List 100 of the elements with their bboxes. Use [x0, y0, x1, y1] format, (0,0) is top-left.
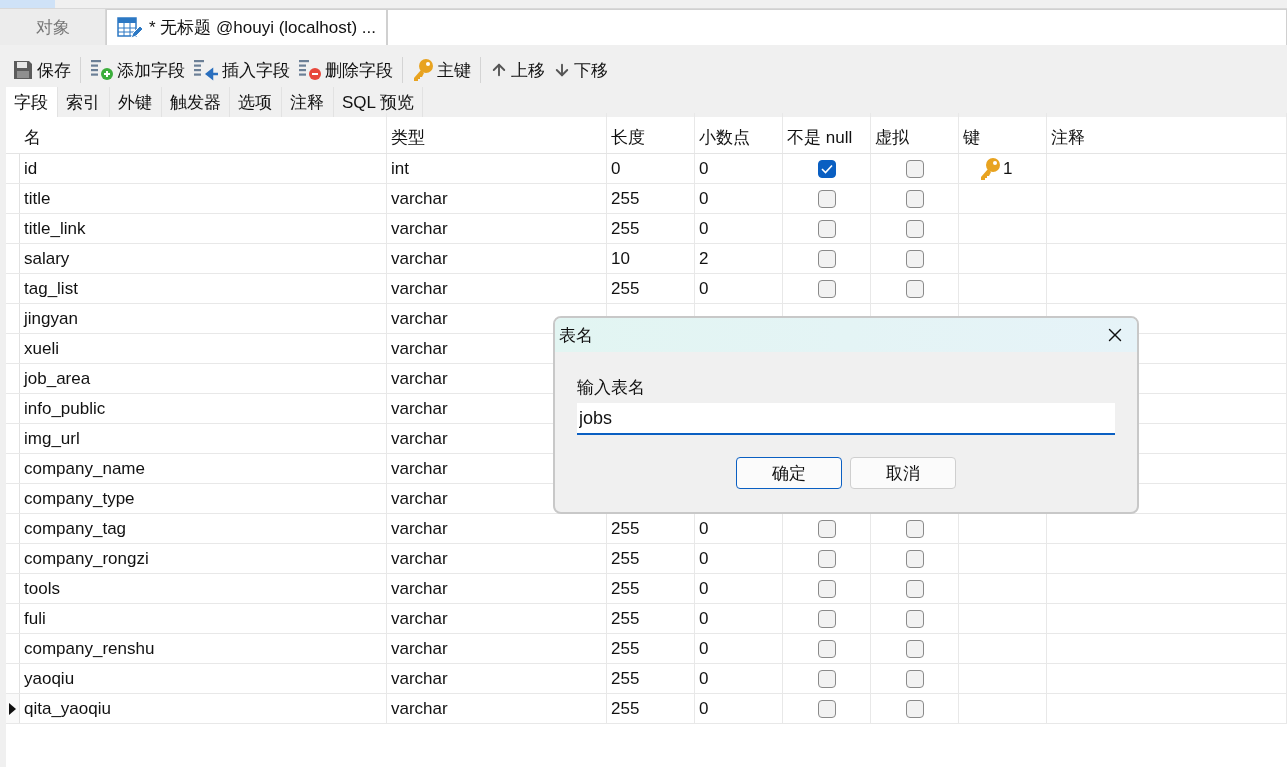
checkbox[interactable] — [905, 519, 924, 538]
table-cell: 255 — [607, 694, 695, 723]
table-cell: fuli — [20, 604, 387, 633]
table-cell: jingyan — [20, 304, 387, 333]
table-cell: 0 — [695, 154, 783, 183]
toolbar-button[interactable]: 下移 — [549, 55, 612, 85]
table-cell: 2 — [695, 244, 783, 273]
key-icon — [412, 58, 434, 82]
table-cell: 0 — [695, 544, 783, 573]
table-cell: title — [20, 184, 387, 213]
table-cell: 255 — [607, 664, 695, 693]
table-cell: 0 — [695, 664, 783, 693]
checkbox[interactable] — [817, 519, 836, 538]
checkbox[interactable] — [817, 279, 836, 298]
checkbox[interactable] — [905, 699, 924, 718]
table-cell: 0 — [695, 214, 783, 243]
table-cell: 255 — [607, 634, 695, 663]
checkbox[interactable] — [905, 609, 924, 628]
toolbar-button[interactable]: 插入字段 — [189, 55, 294, 85]
checkbox[interactable] — [817, 219, 836, 238]
cancel-button[interactable]: 取消 — [850, 457, 956, 489]
row-header[interactable] — [6, 694, 20, 723]
checkbox[interactable] — [817, 249, 836, 268]
ok-button[interactable]: 确定 — [736, 457, 842, 489]
checkbox[interactable] — [817, 699, 836, 718]
table-cell: 255 — [607, 274, 695, 303]
save-icon — [12, 59, 34, 81]
table-cell: 0 — [695, 574, 783, 603]
toolbar-button[interactable]: 删除字段 — [294, 55, 397, 85]
checkbox[interactable] — [817, 189, 836, 208]
table-cell: company_tag — [20, 514, 387, 543]
checkmark-icon — [820, 163, 833, 174]
checkbox[interactable] — [817, 609, 836, 628]
column-header: 虚拟 — [871, 113, 959, 153]
column-header: 类型 — [387, 113, 607, 153]
checkbox[interactable] — [817, 669, 836, 688]
table-cell: title_link — [20, 214, 387, 243]
table-name-field[interactable]: jobs — [577, 403, 1115, 435]
table-cell: varchar — [387, 664, 607, 693]
table-cell: company_renshu — [20, 634, 387, 663]
table-cell: 255 — [607, 574, 695, 603]
table-cell: id — [20, 154, 387, 183]
table-cell: yaoqiu — [20, 664, 387, 693]
table-edit-icon — [117, 15, 143, 40]
checkbox[interactable] — [905, 279, 924, 298]
column-header: 长度 — [607, 113, 695, 153]
checkbox[interactable] — [905, 549, 924, 568]
table-cell: info_public — [20, 394, 387, 423]
checkbox[interactable] — [817, 579, 836, 598]
column-header: 键 — [959, 113, 1047, 153]
column-header: 小数点 — [695, 113, 783, 153]
table-cell: company_rongzi — [20, 544, 387, 573]
column-header: 不是 null — [783, 113, 871, 153]
table-cell: varchar — [387, 184, 607, 213]
table-cell: 0 — [695, 634, 783, 663]
table-cell: 0 — [695, 694, 783, 723]
table-cell: varchar — [387, 214, 607, 243]
table-cell: int — [387, 154, 607, 183]
table-cell: img_url — [20, 424, 387, 453]
table-cell: varchar — [387, 634, 607, 663]
table-cell: 255 — [607, 544, 695, 573]
table-cell: job_area — [20, 364, 387, 393]
checkbox[interactable] — [817, 159, 836, 178]
add-field-icon — [90, 59, 114, 81]
table-cell: 0 — [695, 604, 783, 633]
designer-tab[interactable]: 字段 — [6, 87, 58, 117]
toolbar-button[interactable]: 添加字段 — [86, 55, 189, 85]
arrow-down-icon — [553, 61, 571, 79]
table-cell: varchar — [387, 544, 607, 573]
checkbox[interactable] — [905, 639, 924, 658]
table-cell: 0 — [695, 184, 783, 213]
table-cell: tools — [20, 574, 387, 603]
key-order: 1 — [1003, 158, 1013, 179]
column-header: 名 — [20, 113, 387, 153]
delete-field-icon — [298, 59, 322, 81]
table-cell: 255 — [607, 604, 695, 633]
checkbox[interactable] — [905, 669, 924, 688]
toolbar-button[interactable]: 主键 — [408, 55, 475, 85]
checkbox[interactable] — [817, 639, 836, 658]
checkbox[interactable] — [905, 159, 924, 178]
window-tab-stub — [0, 0, 55, 8]
insert-field-icon — [193, 59, 219, 81]
table-cell: 0 — [695, 274, 783, 303]
table-cell: xueli — [20, 334, 387, 363]
table-cell: 10 — [607, 244, 695, 273]
table-cell: varchar — [387, 574, 607, 603]
checkbox[interactable] — [817, 549, 836, 568]
toolbar-button[interactable]: 上移 — [486, 55, 549, 85]
current-row-icon — [9, 702, 16, 715]
document-tab[interactable]: * 无标题 @houyi (localhost) ... — [106, 9, 387, 45]
checkbox[interactable] — [905, 249, 924, 268]
key-icon — [979, 156, 1001, 181]
checkbox[interactable] — [905, 189, 924, 208]
checkbox[interactable] — [905, 579, 924, 598]
checkbox[interactable] — [905, 219, 924, 238]
toolbar-button[interactable]: 保存 — [8, 55, 75, 85]
document-tab[interactable]: 对象 — [0, 9, 106, 45]
table-cell: 0 — [607, 154, 695, 183]
table-cell: varchar — [387, 694, 607, 723]
table-cell: varchar — [387, 274, 607, 303]
